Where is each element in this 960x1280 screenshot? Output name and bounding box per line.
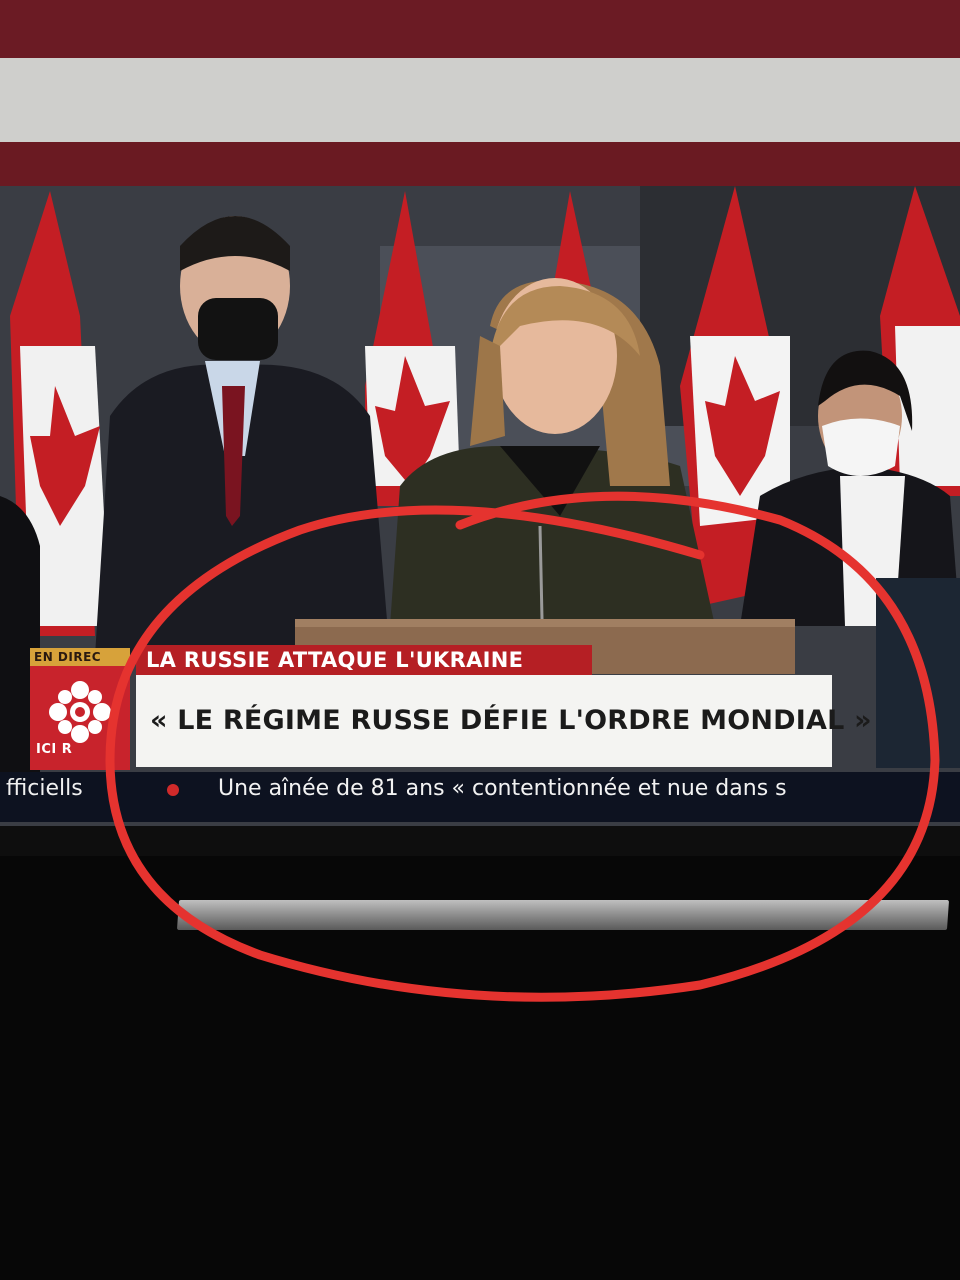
red-circle-annotation — [105, 491, 940, 1002]
